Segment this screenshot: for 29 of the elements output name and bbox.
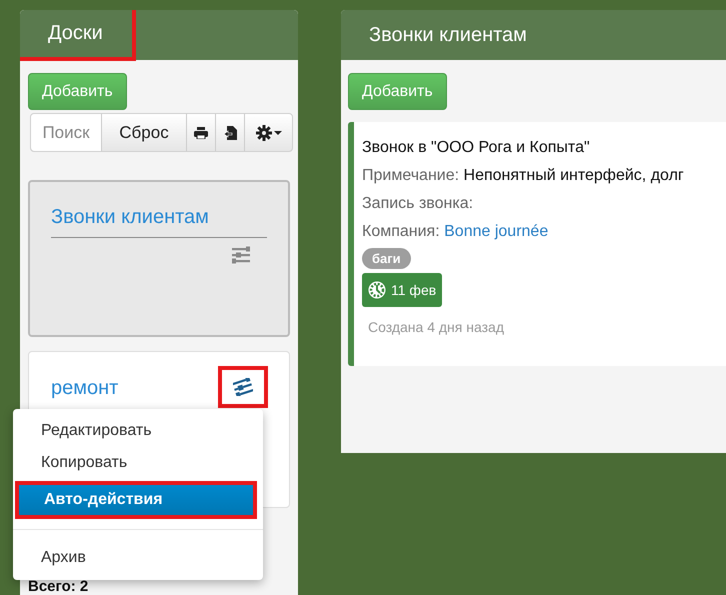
menu-item[interactable]: Архив bbox=[13, 542, 263, 574]
menu-item[interactable]: Редактировать bbox=[13, 415, 263, 447]
menu-item[interactable]: Копировать bbox=[13, 447, 263, 479]
file-export-icon[interactable] bbox=[224, 126, 236, 140]
field-label: Запись звонка: bbox=[362, 195, 474, 212]
due-date: 11 фев bbox=[391, 282, 436, 298]
panel-title: Звонки клиентам bbox=[368, 23, 528, 48]
board-title[interactable]: Звонки клиентам bbox=[51, 203, 267, 238]
field-label: Примечание: bbox=[362, 167, 460, 184]
total-count: Всего: 2 bbox=[28, 580, 90, 593]
panel-title: Доски bbox=[20, 10, 136, 60]
sliders-icon[interactable] bbox=[233, 378, 253, 396]
board-title[interactable]: ремонт bbox=[51, 374, 118, 408]
card-title[interactable]: Звонок в "ООО Рога и Копыта" bbox=[362, 134, 726, 162]
field-label: Компания: bbox=[362, 223, 440, 240]
task-card[interactable]: Звонок в "ООО Рога и Копыта" Примечание: Непонятный интерфейс, долг Запись звонка: Компания: Bonne journée баги 11 фев Создана 4 дня назад bbox=[348, 122, 726, 366]
created-date: Создана 4 дня назад bbox=[367, 319, 505, 335]
company-link[interactable]: Bonne journée bbox=[444, 223, 548, 240]
tag-label: баги bbox=[362, 248, 411, 269]
add-button[interactable]: Добавить bbox=[28, 73, 127, 110]
reset-button[interactable]: Сброс bbox=[101, 114, 186, 151]
sliders-icon[interactable] bbox=[231, 246, 251, 264]
menu-item[interactable]: Авто-действия bbox=[15, 481, 257, 519]
add-button[interactable]: Добавить bbox=[348, 73, 447, 110]
field-value: Непонятный интерфейс, долг bbox=[464, 167, 684, 184]
settings-icon[interactable] bbox=[256, 124, 282, 140]
clock-icon bbox=[368, 281, 386, 299]
print-icon[interactable] bbox=[194, 126, 208, 138]
board-card[interactable]: Звонки клиентам bbox=[28, 180, 290, 337]
